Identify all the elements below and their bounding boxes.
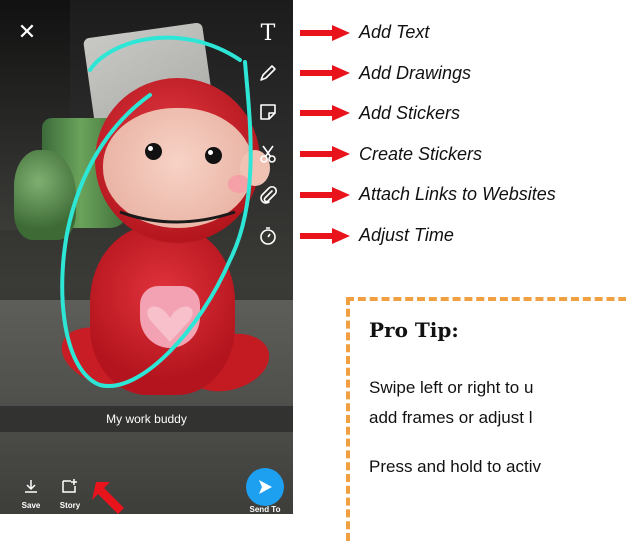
pro-tip-title: Pro Tip: bbox=[369, 318, 459, 342]
label-add-text: Add Text bbox=[359, 22, 430, 42]
paperclip-icon[interactable] bbox=[256, 183, 280, 207]
label-add-drawings: Add Drawings bbox=[359, 63, 472, 83]
text-glyph: T bbox=[260, 21, 276, 46]
add-story-icon bbox=[62, 479, 77, 493]
save-label: Save bbox=[21, 501, 41, 510]
heart-shape bbox=[147, 306, 193, 342]
label-create-stickers: Create Stickers bbox=[359, 144, 483, 164]
pro-tip-line: Swipe left or right to u bbox=[369, 378, 534, 397]
text-tool-icon[interactable]: T bbox=[256, 22, 280, 46]
download-icon bbox=[25, 480, 37, 493]
send-arrow-icon bbox=[259, 480, 272, 494]
arrow-create-stickers bbox=[300, 146, 350, 162]
save-button[interactable]: Save bbox=[16, 478, 46, 510]
arrow-adjust-time bbox=[300, 228, 350, 244]
arrow-attach-links bbox=[300, 187, 350, 203]
label-adjust-time: Adjust Time bbox=[359, 225, 454, 245]
arrow-add-stickers bbox=[300, 105, 350, 121]
story-label: Story bbox=[59, 501, 81, 510]
timer-icon[interactable] bbox=[256, 224, 280, 248]
arrow-add-text bbox=[300, 25, 350, 41]
caption-bar[interactable]: My work buddy bbox=[0, 406, 293, 432]
send-to-label: Send To bbox=[249, 505, 281, 514]
story-button[interactable]: Story bbox=[55, 478, 85, 510]
story-pointer-arrow bbox=[92, 482, 124, 514]
arrow-add-drawings bbox=[300, 65, 350, 81]
teal-scribble bbox=[60, 35, 253, 389]
pro-tip-line: Press and hold to activ bbox=[369, 457, 541, 476]
send-button[interactable] bbox=[246, 468, 284, 506]
pro-tip-line: add frames or adjust l bbox=[369, 408, 533, 427]
close-icon[interactable]: ✕ bbox=[16, 22, 38, 44]
sticker-icon[interactable] bbox=[256, 100, 280, 124]
pencil-icon[interactable] bbox=[256, 61, 280, 85]
drawing-overlay bbox=[60, 35, 253, 389]
snapchat-editor-screenshot: ✕ T My work buddy Save Story Send To bbox=[0, 0, 293, 514]
scissors-icon[interactable] bbox=[256, 142, 280, 166]
label-add-stickers: Add Stickers bbox=[359, 103, 461, 123]
label-attach-links: Attach Links to Websites bbox=[359, 184, 556, 204]
monkey-mouth bbox=[119, 210, 236, 224]
